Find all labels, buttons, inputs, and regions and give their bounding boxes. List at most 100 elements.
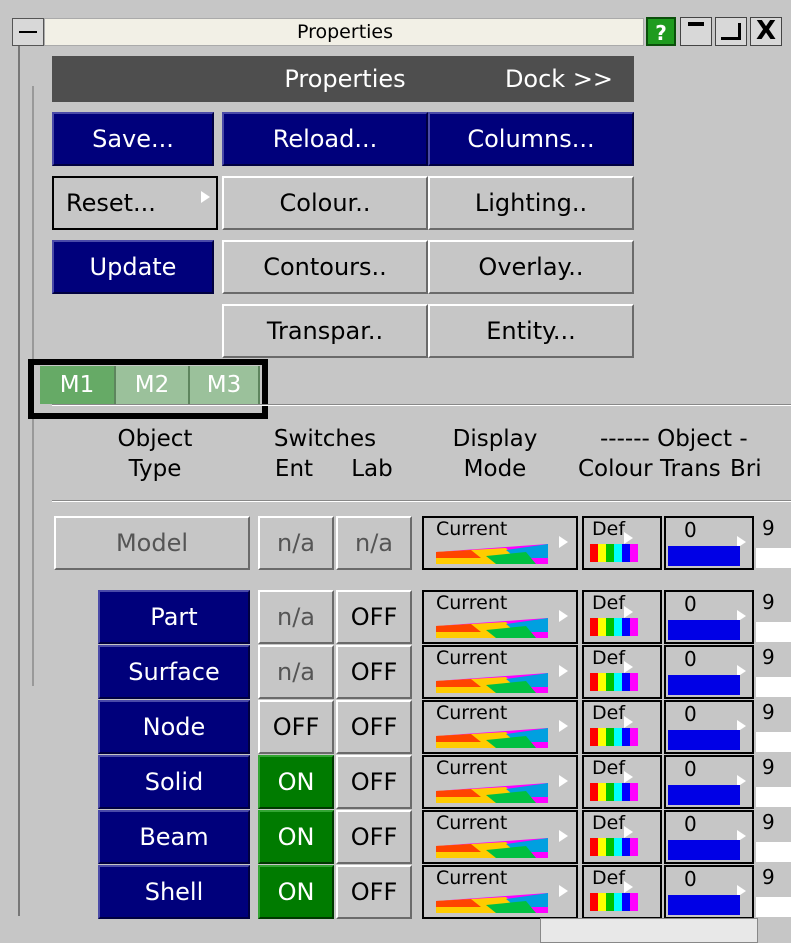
colour-label: Def [592,812,626,834]
save-button[interactable]: Save... [52,112,214,166]
colour-swatch-icon [590,544,638,562]
columns-button[interactable]: Columns... [428,112,634,166]
close-button[interactable]: X [750,17,782,46]
display-mode-dropdown[interactable]: Current [422,865,578,919]
display-mode-dropdown[interactable]: Current [422,755,578,809]
colour-dropdown[interactable]: Def [582,700,662,754]
brightness-cell[interactable]: 9 [756,810,791,864]
object-type-button[interactable]: Shell [98,865,250,919]
reset-label: Reset... [66,189,156,217]
column-header-mode: Mode [463,456,527,482]
label-switch[interactable]: OFF [336,645,412,699]
dock-button[interactable]: Dock >> [494,56,624,102]
transparency-button[interactable]: Transpar.. [222,304,428,358]
contour-ramp-icon [436,783,548,803]
brightness-cell[interactable]: 9 [756,755,791,809]
entity-switch[interactable]: n/a [258,590,334,644]
label-switch[interactable]: OFF [336,590,412,644]
dropdown-arrow-icon [624,716,633,728]
transparency-dropdown[interactable]: 0 [664,810,754,864]
reset-button[interactable]: Reset... [52,176,218,230]
display-mode-label: Current [436,702,508,724]
transparency-dropdown[interactable]: 0 [664,700,754,754]
display-mode-dropdown[interactable]: Current [422,700,578,754]
colour-dropdown[interactable]: Def [582,865,662,919]
object-type-button[interactable]: Solid [98,755,250,809]
object-type-button[interactable]: Node [98,700,250,754]
dropdown-arrow-icon [624,881,633,893]
entity-switch[interactable]: ON [258,810,334,864]
entity-switch[interactable]: n/a [258,645,334,699]
brightness-cell[interactable]: 9 [756,700,791,754]
brightness-cell[interactable]: 9 [756,645,791,699]
brightness-value: 9 [762,700,775,724]
maximize-button[interactable] [715,17,747,46]
entity-switch[interactable]: OFF [258,700,334,754]
brightness-bar [756,732,791,752]
system-menu-button[interactable] [12,18,44,46]
contours-button[interactable]: Contours.. [222,240,428,294]
dropdown-arrow-icon [559,885,568,897]
minimize-button[interactable] [680,17,712,46]
brightness-value: 9 [762,645,775,669]
colour-swatch-icon [590,673,638,691]
brightness-cell[interactable]: 9 [756,516,791,570]
object-type-button[interactable]: Beam [98,810,250,864]
column-header-object-group: ------ Object - [600,426,748,452]
column-header-bri: Bri [730,456,762,482]
colour-dropdown[interactable]: Def [582,590,662,644]
dropdown-arrow-icon [559,720,568,732]
brightness-bar [756,677,791,697]
display-mode-dropdown[interactable]: Current [422,516,578,570]
contour-ramp-icon [436,673,548,693]
display-mode-label: Current [436,867,508,889]
colour-dropdown[interactable]: Def [582,645,662,699]
model-type-button[interactable]: Model [54,516,250,570]
object-type-button[interactable]: Surface [98,645,250,699]
label-switch[interactable]: OFF [336,865,412,919]
entity-switch[interactable]: ON [258,865,334,919]
label-switch[interactable]: OFF [336,755,412,809]
colour-label: Def [592,702,626,724]
help-button[interactable]: ? [646,17,676,46]
entity-switch[interactable]: n/a [258,516,334,570]
object-type-button[interactable]: Part [98,590,250,644]
dropdown-arrow-icon [624,826,633,838]
transparency-dropdown[interactable]: 0 [664,865,754,919]
display-mode-dropdown[interactable]: Current [422,810,578,864]
colour-label: Def [592,518,626,540]
brightness-bar [756,548,791,568]
brightness-cell[interactable]: 9 [756,590,791,644]
colour-dropdown[interactable]: Def [582,516,662,570]
display-mode-dropdown[interactable]: Current [422,645,578,699]
overlay-button[interactable]: Overlay.. [428,240,634,294]
transparency-dropdown[interactable]: 0 [664,755,754,809]
transparency-dropdown[interactable]: 0 [664,516,754,570]
label-switch[interactable]: OFF [336,810,412,864]
reload-button[interactable]: Reload... [222,112,428,166]
colour-dropdown[interactable]: Def [582,755,662,809]
label-switch[interactable]: OFF [336,700,412,754]
colour-swatch-icon [590,618,638,636]
dropdown-arrow-icon [624,661,633,673]
brightness-cell[interactable]: 9 [756,865,791,919]
label-switch[interactable]: n/a [336,516,412,570]
brightness-bar [756,897,791,917]
display-mode-dropdown[interactable]: Current [422,590,578,644]
colour-label: Def [592,757,626,779]
dropdown-arrow-icon [559,610,568,622]
entity-button[interactable]: Entity... [428,304,634,358]
brightness-value: 9 [762,755,775,779]
entity-switch[interactable]: ON [258,755,334,809]
transparency-dropdown[interactable]: 0 [664,590,754,644]
dropdown-arrow-icon [559,830,568,842]
colour-button[interactable]: Colour.. [222,176,428,230]
bottom-status-strip [540,918,758,943]
window-left-border [18,46,46,916]
update-button[interactable]: Update [52,240,214,294]
colour-dropdown[interactable]: Def [582,810,662,864]
dropdown-arrow-icon [559,775,568,787]
transparency-value: 0 [684,518,697,542]
lighting-button[interactable]: Lighting.. [428,176,634,230]
transparency-dropdown[interactable]: 0 [664,645,754,699]
